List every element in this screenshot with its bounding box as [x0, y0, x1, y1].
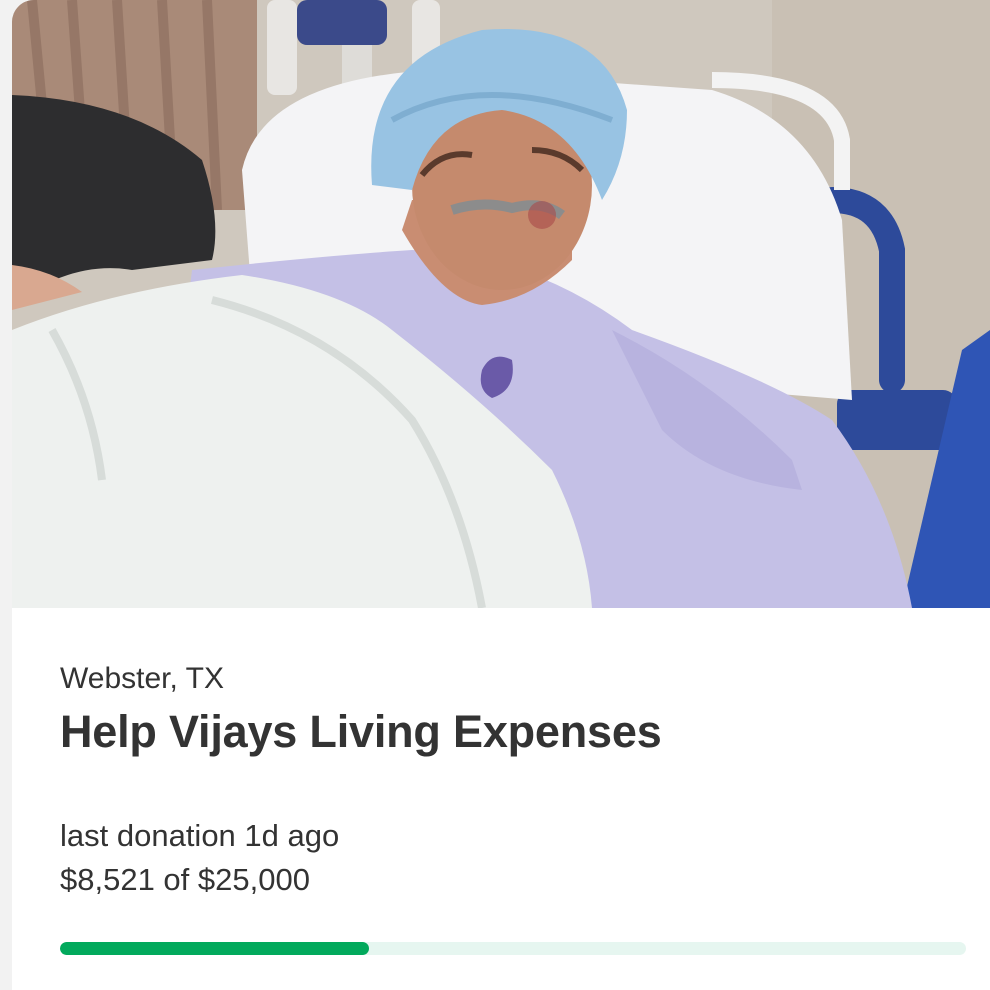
- campaign-location: Webster, TX: [60, 662, 224, 695]
- amount-raised-text: $8,521 of $25,000: [60, 862, 310, 897]
- campaign-photo-illustration: [12, 0, 990, 608]
- progress-bar-fill: [60, 942, 369, 955]
- campaign-title[interactable]: Help Vijays Living Expenses: [60, 706, 662, 758]
- fundraiser-card[interactable]: Webster, TX Help Vijays Living Expenses …: [12, 0, 990, 990]
- last-donation-text: last donation 1d ago: [60, 818, 340, 853]
- campaign-photo[interactable]: [12, 0, 990, 608]
- progress-bar: [60, 942, 966, 955]
